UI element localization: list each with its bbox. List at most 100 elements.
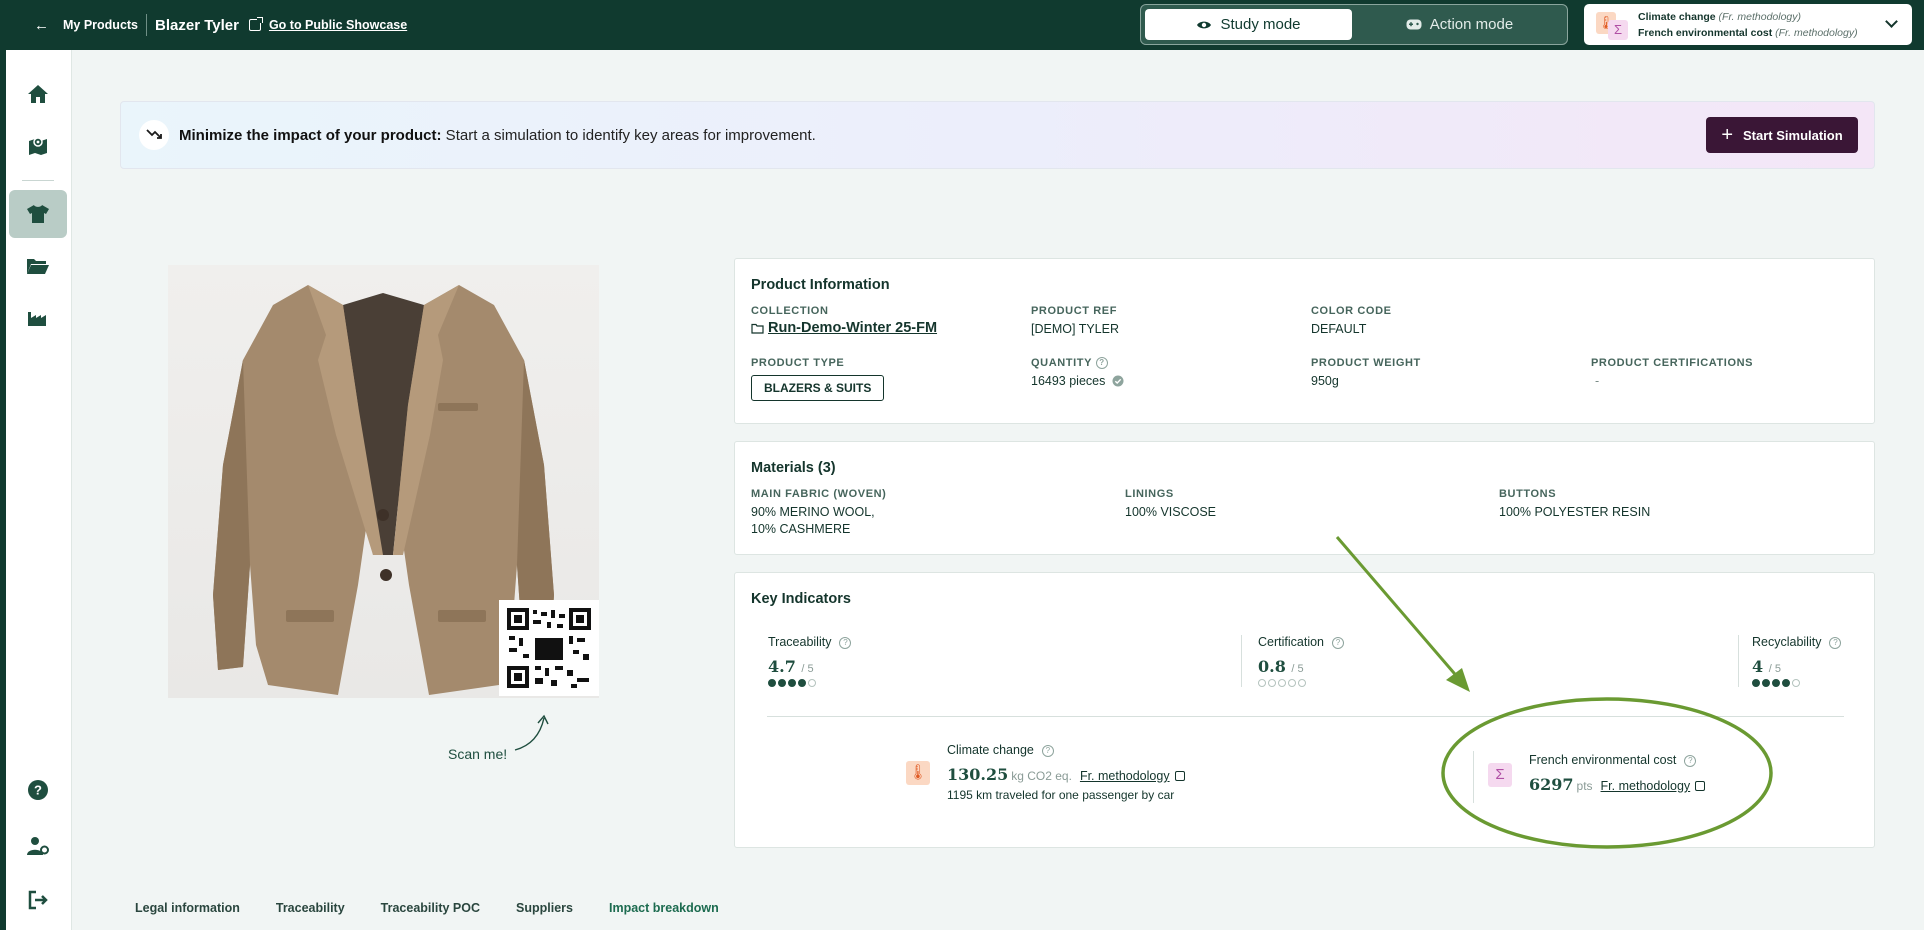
action-mode-button[interactable]: Action mode: [1356, 9, 1563, 40]
home-icon[interactable]: [9, 70, 67, 118]
help-icon[interactable]: ?: [839, 637, 852, 649]
climate-change-indicator: Climate change? 130.25 kg CO2 eq. Fr. meth…: [947, 743, 1185, 802]
product-ref-value: [DEMO] TYLER: [1031, 322, 1119, 336]
quantity-value-text: 16493 pieces: [1031, 374, 1106, 388]
collection-label: COLLECTION: [751, 305, 829, 317]
french-cost-label-text: French environmental cost: [1529, 753, 1677, 767]
quantity-field: QUANTITY? 16493 pieces: [1031, 357, 1124, 390]
plus-icon: +: [1721, 124, 1733, 146]
product-type-label: PRODUCT TYPE: [751, 357, 845, 369]
product-type-tag: BLAZERS & SUITS: [751, 375, 885, 401]
external-link-icon: [1695, 781, 1706, 791]
help-icon[interactable]: ?: [1684, 755, 1697, 767]
public-showcase-link[interactable]: Go to Public Showcase: [269, 18, 407, 32]
indicator-selector[interactable]: 🌡 Σ Climate change (Fr. methodology) Fre…: [1584, 4, 1912, 45]
tab-suppliers[interactable]: Suppliers: [516, 901, 573, 915]
start-simulation-button[interactable]: + Start Simulation: [1706, 117, 1858, 153]
gamepad-icon: [1406, 19, 1422, 30]
factory-icon[interactable]: [9, 294, 67, 342]
material-item: LININGS 100% VISCOSE: [1125, 488, 1216, 521]
logout-icon[interactable]: [9, 876, 67, 924]
tab-traceability-poc[interactable]: Traceability POC: [381, 901, 480, 915]
user-settings-icon[interactable]: [9, 822, 67, 870]
material-value: 100% VISCOSE: [1125, 505, 1217, 519]
help-icon[interactable]: ?: [1096, 357, 1109, 369]
certification-indicator: Certification? 0.8 / 5: [1258, 635, 1344, 687]
climate-change-equivalent: 1195 km traveled for one passenger by ca…: [947, 788, 1175, 802]
divider: [1241, 635, 1242, 687]
french-environmental-cost-indicator: French environmental cost? 6297 pts Fr. me…: [1529, 753, 1706, 795]
french-cost-methodology-link[interactable]: Fr. methodology: [1601, 779, 1691, 793]
materials-title: Materials (3): [751, 460, 836, 476]
recyclability-score: 4 / 5: [1752, 657, 1841, 676]
traceability-value: 4.7: [768, 657, 796, 676]
indicator-labels: Climate change (Fr. methodology) French …: [1638, 9, 1858, 41]
indicator-icons: 🌡 Σ: [1596, 10, 1632, 40]
mode-toggle: Study mode Action mode: [1140, 4, 1568, 45]
tshirt-icon[interactable]: [9, 190, 67, 238]
tab-impact-breakdown[interactable]: Impact breakdown: [609, 901, 719, 915]
climate-change-label-text: Climate change: [947, 743, 1034, 757]
traceability-max: / 5: [801, 663, 814, 675]
recyclability-label-text: Recyclability: [1752, 635, 1822, 649]
tab-legal-information[interactable]: Legal information: [135, 901, 240, 915]
collection-link[interactable]: Run-Demo-Winter 25-FM: [768, 320, 937, 336]
recyclability-label: Recyclability?: [1752, 635, 1842, 649]
start-simulation-label: Start Simulation: [1743, 127, 1843, 143]
back-to-products-link[interactable]: ← My Products: [34, 17, 138, 34]
climate-change-value: 130.25: [947, 765, 1009, 784]
key-indicators-card: Key Indicators Traceability? 4.7 / 5 Cer…: [734, 572, 1875, 848]
sidebar-divider: [22, 180, 54, 181]
back-label: My Products: [63, 18, 139, 32]
indicator-french-cost-label: French environmental cost: [1638, 26, 1773, 39]
external-link-icon: [248, 17, 263, 31]
help-icon[interactable]: ?: [1829, 637, 1842, 649]
product-certifications-field: PRODUCT CERTIFICATIONS -: [1591, 357, 1753, 390]
top-bar: ← My Products Blazer Tyler Go to Public …: [0, 0, 1924, 50]
french-cost-unit: pts: [1576, 779, 1593, 793]
quantity-value: 16493 pieces: [1031, 373, 1124, 390]
recyclability-value: 4: [1752, 657, 1764, 676]
action-mode-label: Action mode: [1429, 16, 1514, 33]
map-icon[interactable]: [9, 122, 67, 170]
tab-traceability[interactable]: Traceability: [276, 901, 345, 915]
quantity-label: QUANTITY?: [1031, 357, 1124, 369]
product-type-field: PRODUCT TYPE BLAZERS & SUITS: [751, 357, 885, 401]
folder-icon: [751, 323, 764, 334]
qr-code[interactable]: [499, 600, 599, 696]
help-icon[interactable]: ?: [1332, 637, 1344, 649]
product-ref-label: PRODUCT REF: [1031, 305, 1118, 317]
folder-icon[interactable]: [9, 242, 67, 290]
certification-score: 0.8 / 5: [1258, 657, 1344, 676]
french-cost-value-row: 6297 pts Fr. methodology: [1529, 775, 1706, 795]
traceability-label: Traceability?: [768, 635, 852, 649]
material-value-line: 90% MERINO WOOL,: [751, 505, 875, 519]
sigma-icon: Σ: [1488, 763, 1512, 787]
french-cost-value: 6297: [1529, 775, 1574, 794]
material-value-line: 10% CASHMERE: [751, 522, 851, 536]
divider: [1473, 751, 1474, 803]
thermometer-icon: 🌡: [906, 761, 930, 785]
traceability-indicator: Traceability? 4.7 / 5: [768, 635, 852, 687]
arrow-left-icon: ←: [34, 16, 49, 34]
bottom-tabs: Legal information Traceability Traceabil…: [135, 901, 755, 915]
banner-bold-text: Minimize the impact of your product:: [179, 126, 442, 144]
certification-rating-dots: [1258, 679, 1344, 687]
indicator-climate-label: Climate change: [1638, 10, 1716, 23]
materials-card: Materials (3) MAIN FABRIC (WOVEN) 90% ME…: [734, 441, 1875, 555]
french-cost-label: French environmental cost?: [1529, 753, 1705, 767]
help-icon[interactable]: ?: [1041, 745, 1054, 757]
help-icon[interactable]: ?: [9, 766, 67, 814]
traceability-score: 4.7 / 5: [768, 657, 851, 676]
divider: [1738, 635, 1739, 687]
scan-me-label: Scan me!: [448, 746, 508, 762]
key-indicators-title: Key Indicators: [751, 591, 851, 607]
climate-change-label: Climate change?: [947, 743, 1185, 757]
study-mode-button[interactable]: Study mode: [1145, 9, 1352, 40]
product-information-title: Product Information: [751, 277, 890, 293]
color-code-value: DEFAULT: [1311, 322, 1367, 336]
product-weight-field: PRODUCT WEIGHT 950g: [1311, 357, 1421, 390]
material-item: BUTTONS 100% POLYESTER RESIN: [1499, 488, 1650, 521]
banner-message: Minimize the impact of your product: Sta…: [179, 127, 816, 144]
climate-methodology-link[interactable]: Fr. methodology: [1080, 769, 1170, 783]
